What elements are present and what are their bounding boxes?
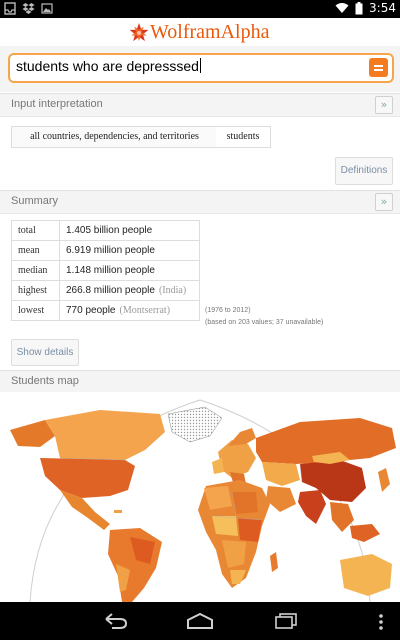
table-row: mean 6.919 million people (11, 240, 200, 261)
pod-expand-button[interactable]: » (375, 96, 393, 114)
values-count-note: (based on 203 values; 37 unavailable) (205, 319, 324, 326)
row-label: total (11, 220, 60, 241)
pod-title: Input interpretation (11, 98, 103, 110)
app-header: WolframAlpha (0, 18, 400, 46)
menu-icon[interactable] (378, 614, 384, 630)
status-bar: 3:54 (0, 0, 400, 18)
wolfram-alpha-logo[interactable]: WolframAlpha (128, 21, 269, 44)
dropbox-icon (22, 3, 35, 14)
row-label: mean (11, 240, 60, 261)
value-text: 1.148 million people (66, 265, 155, 276)
definitions-button[interactable]: Definitions (335, 157, 393, 185)
pod-title: Summary (11, 195, 59, 207)
value-note: (Montserrat) (119, 305, 171, 316)
row-label: median (11, 260, 60, 281)
logo-text: WolframAlpha (150, 21, 270, 43)
wifi-icon (335, 3, 349, 13)
input-interpretation-header: Input interpretation » (0, 93, 400, 117)
battery-icon (355, 1, 363, 14)
value-text: 266.8 million people (66, 285, 155, 296)
search-area: students who are depresssed (0, 46, 400, 92)
status-time: 3:54 (369, 1, 396, 15)
pod-title: Students map (11, 375, 79, 387)
value-text: 770 people (66, 305, 116, 316)
row-value: 1.148 million people (59, 260, 200, 281)
row-value: 266.8 million people (India) (59, 280, 200, 301)
table-row: lowest 770 people (Montserrat) (11, 300, 200, 321)
home-icon[interactable] (186, 613, 214, 629)
interpretation-term-students: students (216, 126, 271, 148)
double-chevron-right-icon: » (380, 195, 388, 208)
interpretation-term-countries: all countries, dependencies, and territo… (11, 126, 218, 148)
show-details-button[interactable]: Show details (11, 339, 79, 366)
table-row: highest 266.8 million people (India) (11, 280, 200, 301)
image-icon (41, 3, 53, 14)
row-label: lowest (11, 300, 60, 321)
search-box[interactable]: students who are depresssed (8, 53, 394, 83)
value-text: 6.919 million people (66, 245, 155, 256)
value-note: (India) (158, 285, 187, 296)
value-text: 1.405 billion people (66, 225, 153, 236)
wolfram-star-icon (129, 22, 149, 41)
double-chevron-right-icon: » (380, 98, 388, 111)
world-map-image (10, 399, 396, 602)
status-bar-right: 3:54 (335, 1, 396, 15)
students-map-header: Students map (0, 370, 400, 394)
pod-expand-button[interactable]: » (375, 193, 393, 211)
row-label: highest (11, 280, 60, 301)
date-range-note: (1976 to 2012) (205, 307, 251, 314)
text-cursor (199, 58, 201, 73)
search-input[interactable]: students who are depresssed (16, 58, 201, 74)
compute-button[interactable] (369, 58, 388, 77)
status-bar-left (4, 2, 53, 15)
back-icon[interactable] (102, 613, 128, 629)
search-query-text: students who are depresssed (16, 58, 199, 74)
recents-icon[interactable] (274, 613, 298, 629)
row-value: 1.405 billion people (59, 220, 200, 241)
summary-table: total 1.405 billion people mean 6.919 mi… (11, 220, 200, 321)
summary-header: Summary » (0, 190, 400, 214)
android-nav-bar (0, 602, 400, 640)
students-map[interactable] (0, 392, 400, 602)
notification-icon (4, 2, 16, 15)
row-value: 6.919 million people (59, 240, 200, 261)
table-row: total 1.405 billion people (11, 220, 200, 241)
table-row: median 1.148 million people (11, 260, 200, 281)
row-value: 770 people (Montserrat) (59, 300, 200, 321)
